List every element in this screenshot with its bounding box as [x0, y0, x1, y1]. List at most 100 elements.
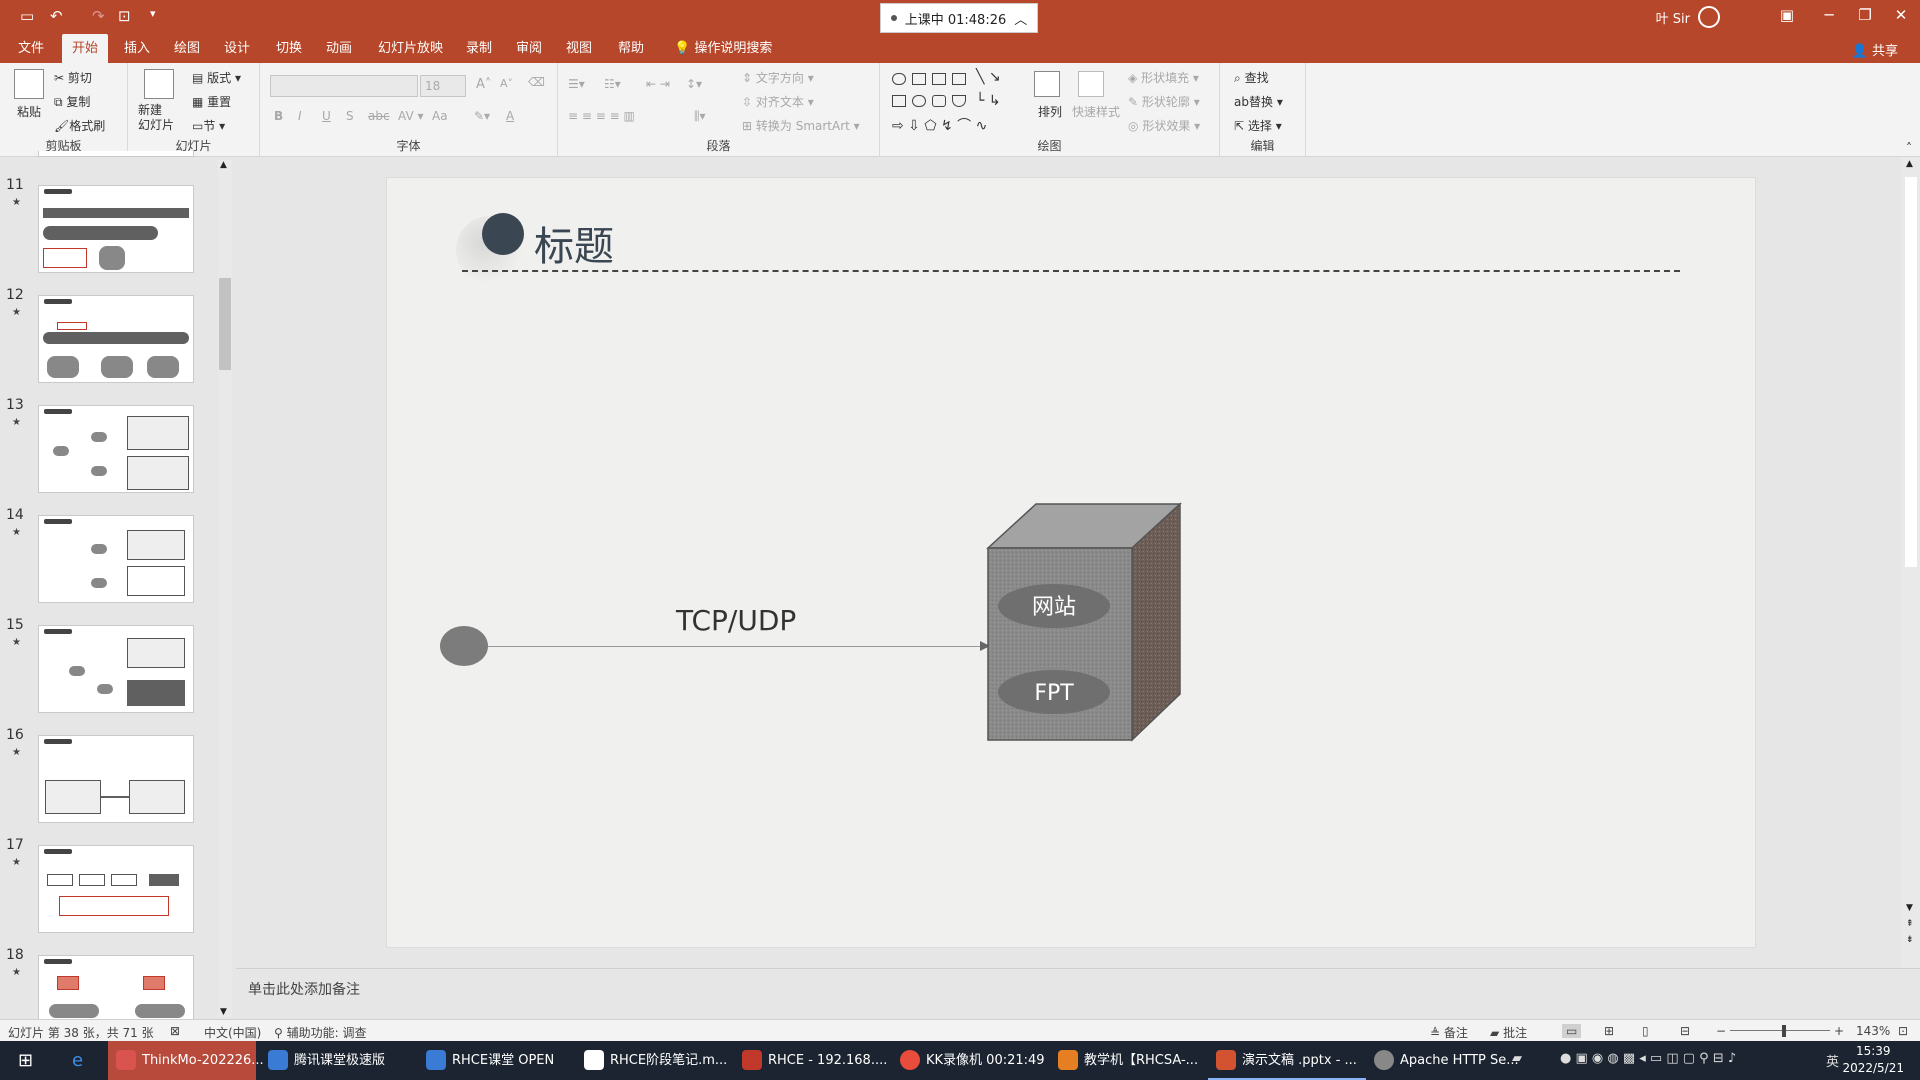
numbering-icon[interactable]: ☷▾	[604, 77, 621, 91]
align-text-button[interactable]: ⇳ 对齐文本 ▾	[742, 93, 814, 110]
italic-button[interactable]: I	[298, 109, 302, 123]
shrink-font-icon[interactable]: A˅	[500, 77, 513, 90]
shape-triangle-icon[interactable]	[952, 95, 966, 107]
tab-view[interactable]: 视图	[556, 34, 602, 63]
highlight-icon[interactable]: ✎▾	[474, 109, 490, 123]
font-size-box[interactable]: 18	[420, 75, 466, 97]
slide-thumbnail-15[interactable]	[38, 625, 194, 713]
slide-thumbnail-13[interactable]	[38, 405, 194, 493]
restore-button[interactable]: ❐	[1850, 6, 1880, 24]
taskbar-item-kk-recorder[interactable]: KK录像机 00:21:49	[892, 1041, 1050, 1080]
tab-file[interactable]: 文件	[8, 34, 54, 63]
change-case-button[interactable]: Aa	[432, 109, 448, 123]
avatar[interactable]	[1698, 6, 1720, 28]
shape-effects-button[interactable]: ◎ 形状效果 ▾	[1128, 117, 1200, 134]
shape-rect-icon[interactable]	[952, 73, 966, 85]
tab-insert[interactable]: 插入	[114, 34, 160, 63]
windows-start-icon[interactable]: ⊞	[0, 1041, 58, 1080]
language-status[interactable]: 中文(中国)	[204, 1024, 261, 1041]
taskbar-item-powerpoint[interactable]: 演示文稿 .pptx - ...	[1208, 1041, 1366, 1080]
clear-format-icon[interactable]: ⌫	[528, 75, 545, 89]
scroll-down-icon[interactable]: ▼	[1906, 903, 1913, 913]
shape-arrows-icon[interactable]: ⇨ ⇩ ⬠ ↯ ⌒ ∿	[892, 115, 987, 135]
ime-indicator[interactable]: 英	[1826, 1051, 1839, 1070]
new-slide-button[interactable]: 新建 幻灯片	[138, 103, 174, 133]
slide-thumbnail-11[interactable]	[38, 185, 194, 273]
line-spacing-icon[interactable]: ↕▾	[686, 77, 702, 91]
shape-cube-icon[interactable]	[912, 73, 926, 85]
accessibility-status[interactable]: ⚲ 辅助功能: 调查	[274, 1024, 366, 1041]
tab-slideshow[interactable]: 幻灯片放映	[368, 34, 453, 63]
minimize-button[interactable]: ─	[1814, 6, 1844, 24]
tray-app-icons[interactable]: ● ▣ ◉ ◍ ▩ ◂ ▭ ◫ ▢ ⚲ ⊟ ♪	[1560, 1051, 1736, 1066]
shape-outline-button[interactable]: ✎ 形状轮廓 ▾	[1128, 93, 1200, 110]
indent-icon[interactable]: ⇤ ⇥	[646, 77, 670, 91]
slide-sorter-icon[interactable]: ⊞	[1604, 1024, 1614, 1038]
tab-help[interactable]: 帮助	[608, 34, 654, 63]
tab-home[interactable]: 开始	[62, 34, 109, 63]
slide-count[interactable]: 幻灯片 第 38 张，共 71 张	[8, 1024, 154, 1041]
taskbar-item-rhce-notes[interactable]: RHCE阶段笔记.m...	[576, 1041, 734, 1080]
underline-button[interactable]: U	[322, 109, 331, 123]
reading-view-icon[interactable]: ▯	[1642, 1024, 1649, 1038]
shape-rounded-icon[interactable]	[932, 95, 946, 107]
next-slide-icon[interactable]: ⇟	[1906, 935, 1914, 945]
paste-button[interactable]: 粘贴	[17, 103, 41, 120]
slide-thumbnail-17[interactable]	[38, 845, 194, 933]
new-slide-icon[interactable]	[144, 69, 174, 99]
bold-button[interactable]: B	[274, 109, 283, 123]
shape-connectors-icon[interactable]: └ ↳	[976, 93, 1001, 109]
slide-thumbnail-partial[interactable]	[38, 151, 194, 157]
taskbar-item-thinkmo[interactable]: ThinkMo-202226...	[108, 1041, 264, 1080]
zoom-level[interactable]: 143%	[1856, 1024, 1890, 1038]
connection-label[interactable]: TCP/UDP	[676, 604, 796, 637]
close-button[interactable]: ✕	[1886, 6, 1916, 24]
tell-me-search[interactable]: 💡 操作说明搜索	[664, 34, 782, 63]
server-cube[interactable]: 网站 FPT	[986, 502, 1182, 742]
customize-qat-icon[interactable]: ▾	[150, 7, 156, 20]
notes-button[interactable]: ≜ 备注	[1430, 1024, 1468, 1041]
copy-button[interactable]: ⧉ 复制	[54, 93, 90, 110]
shape-lines-icon[interactable]: ╲ ↘	[976, 69, 1001, 85]
comments-button[interactable]: ▰ 批注	[1490, 1024, 1527, 1041]
main-scrollbar[interactable]: ▲ ▼ ⇞ ⇟	[1902, 157, 1920, 1019]
zoom-in-button[interactable]: +	[1834, 1024, 1844, 1038]
bullets-icon[interactable]: ☰▾	[568, 77, 585, 91]
find-button[interactable]: ⌕ 查找	[1234, 69, 1269, 86]
slide-title[interactable]: 标题	[534, 214, 614, 272]
slide-thumbnail-18[interactable]	[38, 955, 194, 1019]
paste-icon[interactable]	[14, 69, 44, 99]
char-spacing-icon[interactable]: AV ▾	[398, 109, 424, 123]
spellcheck-icon[interactable]: ⊠	[170, 1024, 180, 1038]
tab-review[interactable]: 审阅	[506, 34, 552, 63]
save-icon[interactable]: ▭	[20, 7, 34, 25]
reset-button[interactable]: ▦ 重置	[192, 93, 231, 110]
scrollbar-thumb[interactable]	[219, 278, 231, 370]
ribbon-display-icon[interactable]: ▣	[1772, 6, 1802, 24]
tab-draw[interactable]: 绘图	[164, 34, 210, 63]
quick-styles-button[interactable]: 快速样式	[1072, 103, 1120, 120]
slideshow-icon[interactable]: ⊟	[1680, 1024, 1690, 1038]
zoom-slider-thumb[interactable]	[1782, 1025, 1786, 1037]
tab-record[interactable]: 录制	[456, 34, 502, 63]
start-presentation-icon[interactable]: ⊡	[118, 7, 131, 25]
shape-oval-icon[interactable]	[912, 95, 926, 107]
strikethrough-icon[interactable]: abc	[368, 109, 390, 123]
format-painter-button[interactable]: 🖌格式刷	[54, 117, 105, 134]
chat-icon[interactable]: ▰	[1512, 1051, 1522, 1066]
shape-rectangle-icon[interactable]	[892, 95, 906, 107]
arrange-icon[interactable]	[1034, 71, 1060, 97]
font-color-button[interactable]: A	[506, 109, 514, 123]
prev-slide-icon[interactable]: ⇞	[1906, 919, 1914, 929]
redo-icon[interactable]: ↷	[92, 7, 105, 25]
scroll-down-icon[interactable]: ▼	[220, 1007, 227, 1017]
user-name[interactable]: 叶 Sir	[1656, 8, 1690, 27]
normal-view-icon[interactable]: ▭	[1562, 1024, 1582, 1038]
text-direction-button[interactable]: ⇕ 文字方向 ▾	[742, 69, 814, 86]
grow-font-icon[interactable]: A˄	[476, 77, 491, 92]
edge-browser-icon[interactable]: e	[58, 1041, 106, 1080]
tab-animations[interactable]: 动画	[316, 34, 362, 63]
scroll-up-icon[interactable]: ▲	[220, 160, 227, 170]
collapse-ribbon-icon[interactable]: ˄	[1906, 141, 1912, 155]
taskbar-item-rhce-class[interactable]: RHCE课堂 OPEN	[418, 1041, 576, 1080]
